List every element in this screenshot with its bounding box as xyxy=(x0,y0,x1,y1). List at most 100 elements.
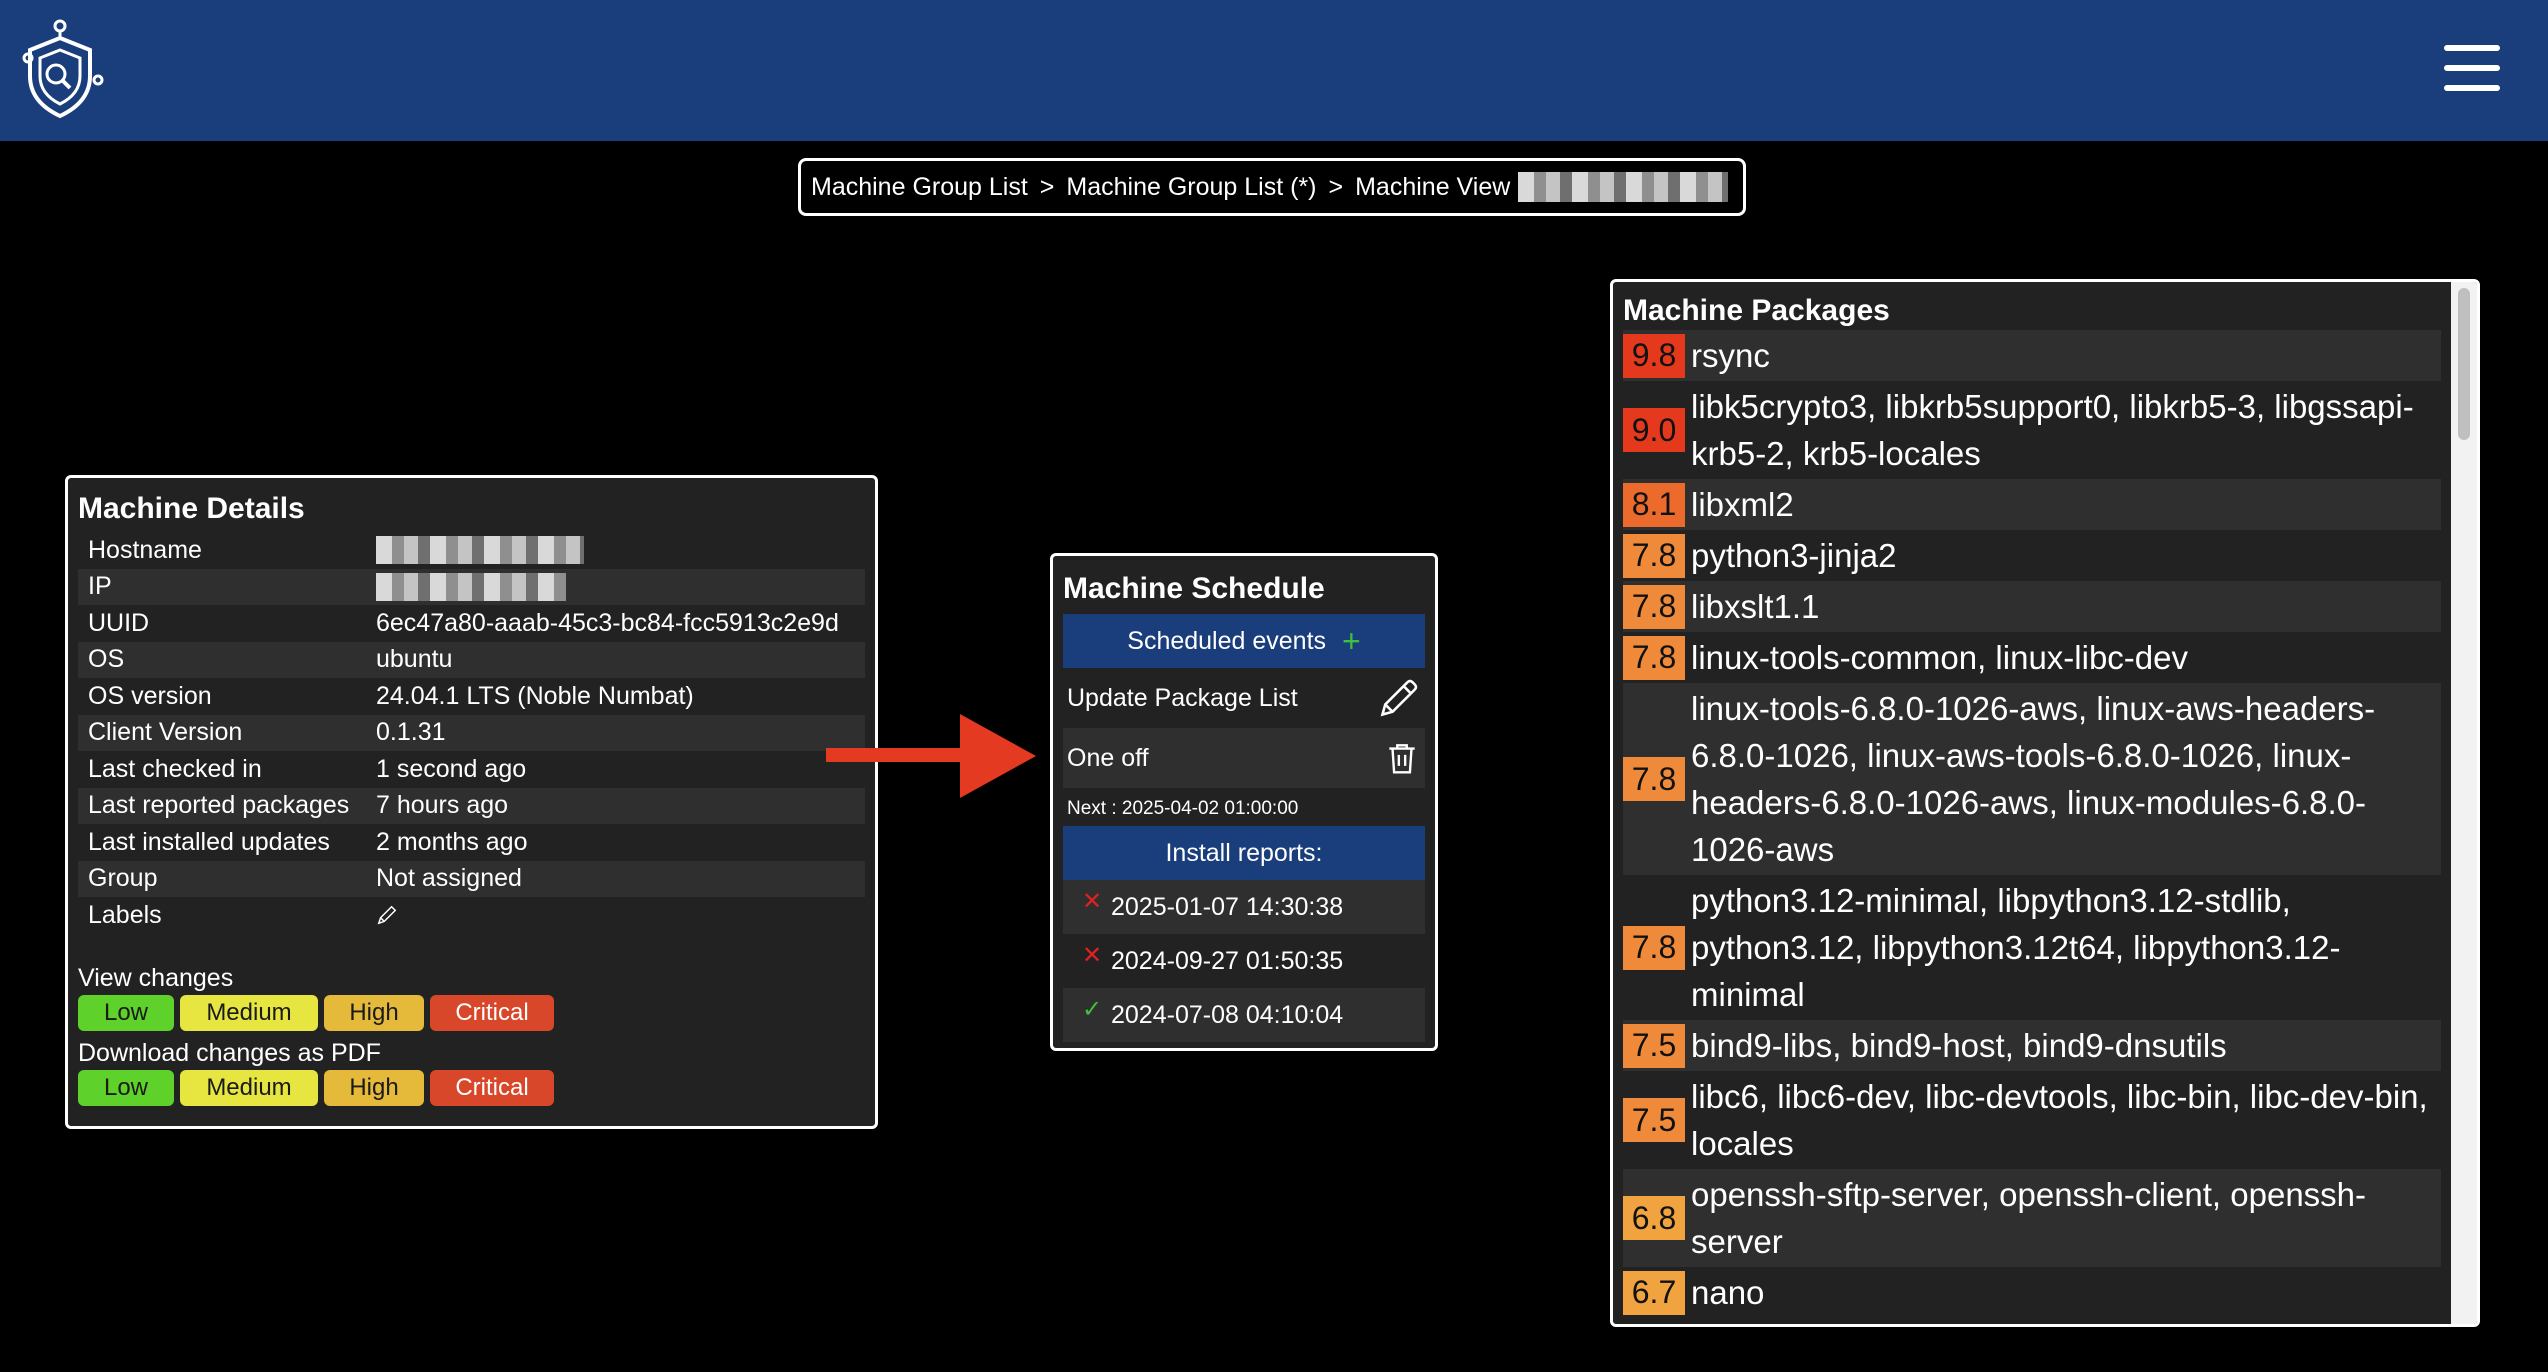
view-changes-high-button[interactable]: High xyxy=(324,994,424,1031)
view-changes-medium-button[interactable]: Medium xyxy=(180,994,318,1031)
details-value: Not assigned xyxy=(376,864,522,893)
scheduled-events-header: Scheduled events + xyxy=(1063,614,1425,668)
package-row[interactable]: 7.8 linux-tools-common, linux-libc-dev xyxy=(1623,632,2441,683)
package-names: libc6, libc6-dev, libc-devtools, libc-bi… xyxy=(1691,1078,2428,1162)
details-table: Hostname IP UUID 6ec47a80-aaab-45c3-bc84… xyxy=(78,532,865,934)
package-names: python3-jinja2 xyxy=(1691,537,1897,574)
scheduled-job-type-row: One off xyxy=(1063,728,1425,788)
details-value: 24.04.1 LTS (Noble Numbat) xyxy=(376,681,694,710)
view-changes-critical-button[interactable]: Critical xyxy=(430,994,554,1031)
job-type: One off xyxy=(1067,743,1149,772)
download-low-pdf-button[interactable]: Low xyxy=(78,1069,174,1106)
packages-scrollbar-thumb[interactable] xyxy=(2458,288,2470,440)
scheduled-events-label: Scheduled events xyxy=(1127,626,1327,655)
details-row-uuid: UUID 6ec47a80-aaab-45c3-bc84-fcc5913c2e9… xyxy=(78,605,865,642)
download-changes-buttons: Low Medium High Critical xyxy=(78,1069,865,1106)
install-report-row[interactable]: ✓ 2024-07-08 04:10:04 xyxy=(1063,988,1425,1042)
details-value: ubuntu xyxy=(376,645,453,674)
package-row[interactable]: 9.8 rsync xyxy=(1623,330,2441,381)
cvss-score-badge: 7.8 xyxy=(1623,584,1685,629)
delete-job-trash-icon[interactable] xyxy=(1383,739,1421,777)
install-reports-list: ✕ 2025-01-07 14:30:38 ✕ 2024-09-27 01:50… xyxy=(1063,880,1425,1042)
redacted-hostname xyxy=(1518,172,1729,202)
install-report-row[interactable]: ✕ 2025-01-07 14:30:38 xyxy=(1063,880,1425,934)
details-row-os: OS ubuntu xyxy=(78,641,865,678)
edit-labels-pencil-icon[interactable] xyxy=(376,904,398,926)
cvss-score-badge: 6.7 xyxy=(1623,1270,1685,1315)
download-high-pdf-button[interactable]: High xyxy=(324,1069,424,1106)
package-row[interactable]: 7.5 libc6, libc6-dev, libc-devtools, libc… xyxy=(1623,1071,2441,1169)
package-names: libxml2 xyxy=(1691,486,1794,523)
details-row-labels: Labels xyxy=(78,897,865,934)
install-report-date: 2024-09-27 01:50:35 xyxy=(1111,946,1344,975)
cvss-score-badge: 7.8 xyxy=(1623,635,1685,680)
package-names: rsync xyxy=(1691,337,1770,374)
details-key: UUID xyxy=(88,608,150,637)
machine-packages-panel: Machine Packages 9.8 rsync 9.0 libk5crypto3… xyxy=(1610,279,2480,1327)
details-value: 6ec47a80-aaab-45c3-bc84-fcc5913c2e9d xyxy=(376,608,839,637)
package-names: python3.12-minimal, libpython3.12-stdlib… xyxy=(1691,882,2341,1013)
package-names: libxslt1.1 xyxy=(1691,588,1820,625)
view-changes-low-button[interactable]: Low xyxy=(78,994,174,1031)
install-report-row[interactable]: ✕ 2024-09-27 01:50:35 xyxy=(1063,934,1425,988)
install-reports-label: Install reports: xyxy=(1165,838,1323,867)
cvss-score-badge: 7.8 xyxy=(1623,757,1685,801)
shield-logo-icon[interactable] xyxy=(22,18,104,120)
details-value: 2 months ago xyxy=(376,827,528,856)
failed-x-icon: ✕ xyxy=(1081,887,1103,915)
details-row-group: Group Not assigned xyxy=(78,860,865,897)
machine-details-panel: Machine Details Hostname IP UUID 6ec47a8… xyxy=(65,475,878,1129)
machine-schedule-title: Machine Schedule xyxy=(1063,572,1325,605)
breadcrumb-machine-view: Machine View xyxy=(1355,172,1511,201)
install-report-date: 2025-01-07 14:30:38 xyxy=(1111,892,1344,921)
edit-job-pencil-icon[interactable] xyxy=(1377,676,1421,720)
package-row[interactable]: 9.0 libk5crypto3, libkrb5support0, libkrb… xyxy=(1623,381,2441,479)
package-names: linux-tools-common, linux-libc-dev xyxy=(1691,639,2188,676)
package-row[interactable]: 7.5 bind9-libs, bind9-host, bind9-dnsutil… xyxy=(1623,1020,2441,1071)
details-row-last-reported-packages: Last reported packages 7 hours ago xyxy=(78,787,865,824)
details-key: Group xyxy=(88,864,158,893)
details-value: 0.1.31 xyxy=(376,718,446,747)
view-changes-label: View changes xyxy=(78,963,234,992)
breadcrumb-machine-group-list-filtered[interactable]: Machine Group List (*) xyxy=(1066,173,1316,202)
package-names: libk5crypto3, libkrb5support0, libkrb5-3… xyxy=(1691,388,2414,472)
details-key: OS xyxy=(88,645,125,674)
details-key: Client Version xyxy=(88,718,243,747)
cvss-score-badge: 7.5 xyxy=(1623,1098,1685,1142)
job-name: Update Package List xyxy=(1067,683,1298,712)
cvss-score-badge: 7.5 xyxy=(1623,1023,1685,1068)
details-row-ip: IP xyxy=(78,568,865,605)
package-names: bind9-libs, bind9-host, bind9-dnsutils xyxy=(1691,1027,2227,1064)
success-check-icon: ✓ xyxy=(1081,995,1103,1023)
package-names: nano xyxy=(1691,1274,1765,1311)
package-row[interactable]: 6.8 openssh-sftp-server, openssh-client, … xyxy=(1623,1169,2441,1267)
package-row[interactable]: 7.8 python3-jinja2 xyxy=(1623,530,2441,581)
details-key: Last checked in xyxy=(88,754,262,783)
details-row-hostname: Hostname xyxy=(78,532,865,569)
cvss-score-badge: 9.0 xyxy=(1623,408,1685,452)
hamburger-menu-icon[interactable] xyxy=(2444,45,2500,91)
machine-schedule-panel: Machine Schedule Scheduled events + Upda… xyxy=(1050,553,1438,1051)
download-critical-pdf-button[interactable]: Critical xyxy=(430,1069,554,1106)
machine-details-title: Machine Details xyxy=(78,492,305,525)
redacted-ip-value xyxy=(376,572,566,601)
package-row[interactable]: 7.8 python3.12-minimal, libpython3.12-std… xyxy=(1623,875,2441,1020)
download-medium-pdf-button[interactable]: Medium xyxy=(180,1069,318,1106)
scheduled-job: Update Package List xyxy=(1063,668,1425,728)
next-run-time: Next : 2025-04-02 01:00:00 xyxy=(1067,798,1299,819)
add-event-plus-icon[interactable]: + xyxy=(1342,625,1361,657)
packages-scrollbar[interactable] xyxy=(2451,282,2477,1324)
package-names: openssh-sftp-server, openssh-client, ope… xyxy=(1691,1176,2367,1260)
details-value: 7 hours ago xyxy=(376,791,509,820)
details-key: Last reported packages xyxy=(88,791,350,820)
package-row[interactable]: 7.8 linux-tools-6.8.0-1026-aws, linux-aws… xyxy=(1623,683,2441,875)
package-row[interactable]: 7.8 libxslt1.1 xyxy=(1623,581,2441,632)
failed-x-icon: ✕ xyxy=(1081,941,1103,969)
breadcrumb-machine-group-list[interactable]: Machine Group List xyxy=(811,173,1028,202)
package-row[interactable]: 8.1 libxml2 xyxy=(1623,479,2441,530)
cvss-score-badge: 6.8 xyxy=(1623,1196,1685,1240)
install-reports-header: Install reports: xyxy=(1063,826,1425,880)
cvss-score-badge: 7.8 xyxy=(1623,925,1685,970)
package-row[interactable]: 6.7 nano xyxy=(1623,1267,2441,1318)
details-row-client-version: Client Version 0.1.31 xyxy=(78,714,865,751)
